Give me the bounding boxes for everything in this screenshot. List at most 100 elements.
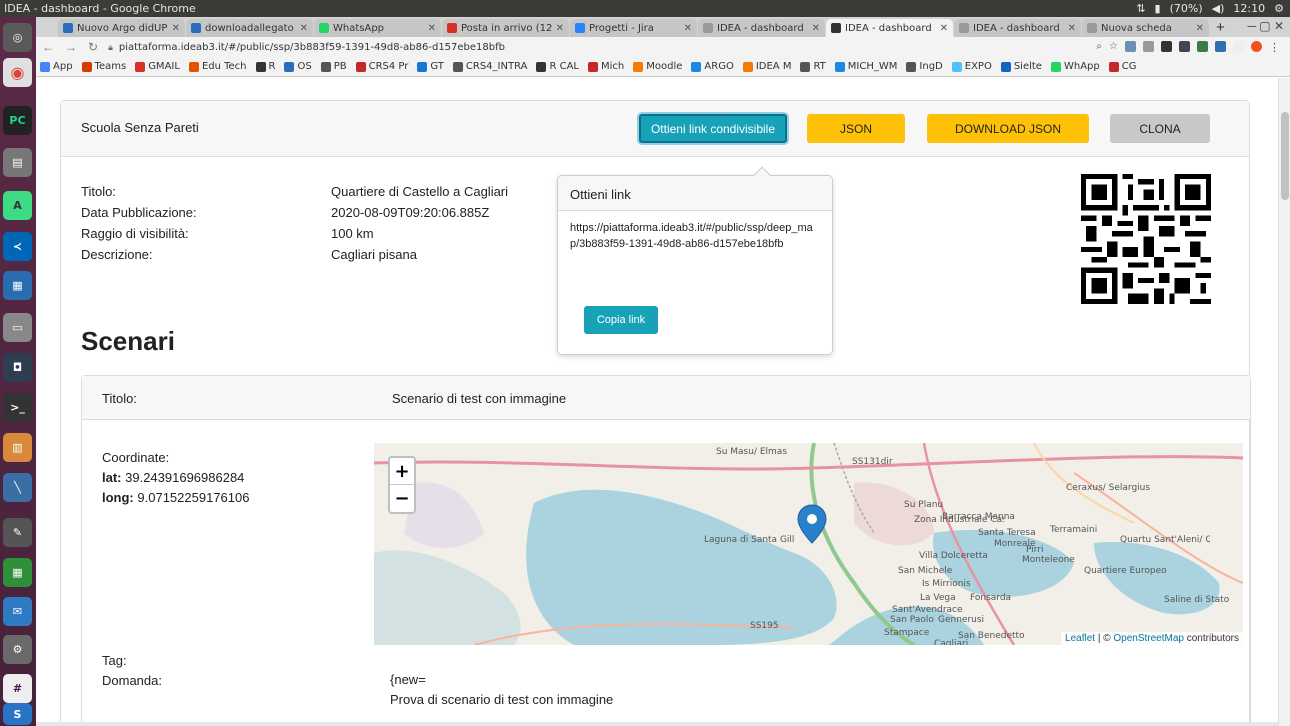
bookmark-item[interactable]: PB (320, 61, 347, 72)
close-tab-icon[interactable]: ✕ (1068, 23, 1076, 34)
system-tray: ⇅ ▮ (70%) ◀) 12:10 ⚙ (1136, 2, 1290, 15)
extension-icon[interactable] (1143, 40, 1154, 52)
browser-tab[interactable]: WhatsApp ✕ (314, 19, 441, 37)
skype-icon[interactable]: S (3, 703, 32, 725)
calc-icon[interactable]: ▦ (3, 558, 32, 587)
bookmark-item[interactable]: EXPO (951, 61, 992, 72)
bookmark-item[interactable]: Teams (81, 61, 126, 72)
vscode-icon[interactable]: ≺ (3, 232, 32, 261)
json-button[interactable]: JSON (807, 114, 905, 143)
bookmark-item[interactable]: CRS4 Pr (355, 61, 408, 72)
bookmark-favicon-icon (834, 61, 845, 72)
bookmark-item[interactable]: Mich (588, 61, 624, 72)
browser-tab[interactable]: Progetti - Jira ✕ (570, 19, 697, 37)
reload-icon[interactable]: ↻ (88, 40, 98, 54)
browser-tab[interactable]: Posta in arrivo (12. ✕ (442, 19, 569, 37)
star-icon[interactable]: ☆ (1109, 41, 1118, 54)
close-tab-icon[interactable]: ✕ (300, 23, 308, 34)
bookmark-item[interactable]: R CAL (536, 61, 579, 72)
profile-avatar[interactable] (1251, 40, 1262, 52)
close-tab-icon[interactable]: ✕ (684, 23, 692, 34)
back-icon[interactable]: ← (42, 40, 54, 54)
bookmark-item[interactable]: CRS4_INTRA (452, 61, 527, 72)
bookmark-item[interactable]: MICH_WM (834, 61, 897, 72)
menu-icon[interactable]: ⋮ (1269, 41, 1280, 54)
system-settings-icon[interactable]: ⚙ (3, 635, 32, 664)
close-tab-icon[interactable]: ✕ (940, 23, 948, 34)
browser-tab[interactable]: IDEA - dashboard ✕ (954, 19, 1081, 37)
osm-link[interactable]: OpenStreetMap (1113, 633, 1184, 644)
network-icon[interactable]: ⇅ (1136, 2, 1145, 15)
close-tab-icon[interactable]: ✕ (1196, 23, 1204, 34)
vertical-scrollbar[interactable] (1278, 78, 1290, 726)
zoom-in-button[interactable]: + (390, 458, 414, 485)
tab-favicon-icon (447, 23, 457, 33)
leaflet-map[interactable]: Su Masu/ Elmas SS131dir Su Planu Barracca M… (374, 443, 1243, 645)
bookmark-item[interactable]: OS (284, 61, 312, 72)
thunderbird-icon[interactable]: ✉ (3, 597, 32, 626)
copy-link-button[interactable]: Copia link (584, 306, 658, 334)
window-controls[interactable]: ─ ▢ ✕ (1247, 19, 1284, 33)
settings-gear-icon[interactable]: ⚙ (1274, 2, 1284, 15)
map-place-label: Quartiere Europeo (1084, 566, 1167, 576)
extension-icon[interactable] (1215, 40, 1226, 52)
extension-icon[interactable] (1161, 40, 1172, 52)
leaflet-link[interactable]: Leaflet (1065, 633, 1095, 644)
bookmark-item[interactable]: GT (417, 61, 444, 72)
browser-tab[interactable]: IDEA - dashboard ✕ (698, 19, 825, 37)
zoom-out-button[interactable]: − (390, 485, 414, 512)
browser-tab[interactable]: Nuova scheda ✕ (1082, 19, 1209, 37)
horizontal-scrollbar[interactable] (36, 722, 1278, 726)
bookmark-item[interactable]: R (255, 61, 275, 72)
browser-tab[interactable]: downloadallegato ✕ (186, 19, 313, 37)
bookmark-favicon-icon (742, 61, 753, 72)
volume-icon[interactable]: ◀) (1212, 2, 1225, 15)
forward-icon[interactable]: → (65, 40, 77, 54)
extension-icon[interactable] (1125, 40, 1136, 52)
writer-icon[interactable]: ▦ (3, 271, 32, 300)
terminal-icon[interactable]: >_ (3, 393, 32, 422)
bookmark-item[interactable]: Edu Tech (188, 61, 247, 72)
bookmark-item[interactable]: CG (1108, 61, 1136, 72)
editor-icon[interactable]: ✎ (3, 518, 32, 547)
close-tab-icon[interactable]: ✕ (556, 23, 564, 34)
extension-icon[interactable] (1197, 40, 1208, 52)
impress-icon[interactable]: ▥ (3, 433, 32, 462)
search-icon[interactable]: ⌕ (1096, 41, 1102, 54)
bookmark-item[interactable]: IDEA M (742, 61, 791, 72)
lock-icon[interactable]: 🔒︎ (108, 42, 113, 53)
scrollbar-thumb[interactable] (1281, 112, 1289, 200)
bookmark-item[interactable]: Sielte (1000, 61, 1042, 72)
window-icon[interactable]: ◘ (3, 353, 32, 382)
disk-icon[interactable]: ▤ (3, 148, 32, 177)
dash-icon[interactable]: ◎ (3, 23, 32, 52)
clock[interactable]: 12:10 (1233, 2, 1265, 15)
bookmark-item[interactable]: ARGO (691, 61, 734, 72)
chrome-icon[interactable]: ◉ (3, 58, 32, 87)
browser-tab[interactable]: IDEA - dashboard ✕ (826, 19, 953, 37)
battery-icon[interactable]: ▮ (1155, 2, 1161, 15)
pycharm-icon[interactable]: PC (3, 106, 32, 135)
extension-icon[interactable] (1233, 40, 1244, 52)
bookmark-item[interactable]: IngD (906, 61, 943, 72)
bookmark-item[interactable]: Moodle (633, 61, 682, 72)
diagram-icon[interactable]: ╲ (3, 473, 32, 502)
map-place-label: Fonsarda (970, 593, 1012, 603)
close-tab-icon[interactable]: ✕ (428, 23, 436, 34)
clone-button[interactable]: CLONA (1110, 114, 1210, 143)
new-tab-button[interactable]: + (1216, 19, 1225, 36)
close-tab-icon[interactable]: ✕ (812, 23, 820, 34)
share-link-button[interactable]: Ottieni link condivisibile (639, 114, 787, 143)
url-field[interactable]: piattaforma.ideab3.it/#/public/ssp/3b883… (119, 42, 1097, 53)
file-manager-icon[interactable]: ▭ (3, 313, 32, 342)
bookmark-item[interactable]: GMAIL (135, 61, 180, 72)
bookmark-item[interactable]: RT (800, 61, 826, 72)
browser-tab[interactable]: Nuovo Argo didUP ✕ (58, 19, 185, 37)
bookmark-item[interactable]: App (40, 61, 73, 72)
android-studio-icon[interactable]: A (3, 191, 32, 220)
bookmark-item[interactable]: WhApp (1050, 61, 1100, 72)
slack-icon[interactable]: # (3, 674, 32, 703)
download-json-button[interactable]: DOWNLOAD JSON (927, 114, 1089, 143)
close-tab-icon[interactable]: ✕ (172, 23, 180, 34)
extension-icon[interactable] (1179, 40, 1190, 52)
